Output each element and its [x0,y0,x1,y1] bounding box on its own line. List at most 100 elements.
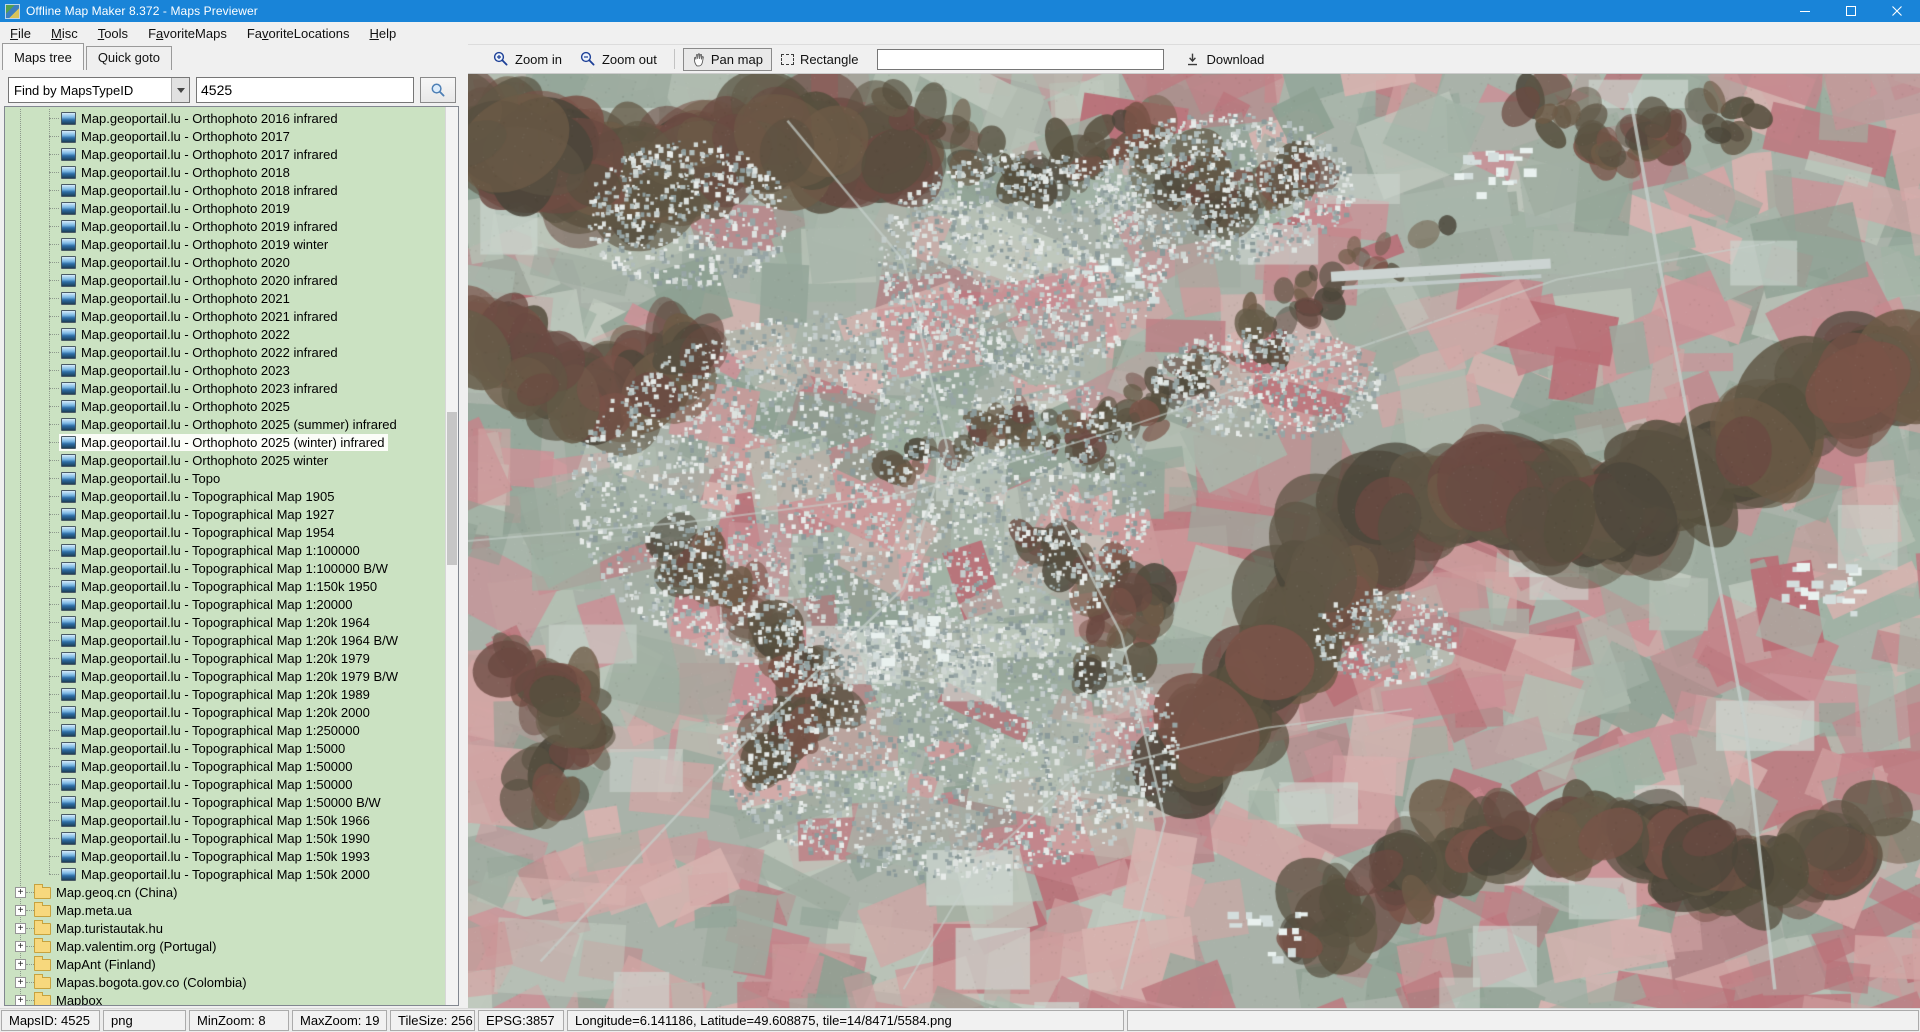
tree-item[interactable]: Map.geoportail.lu - Topographical Map 1:… [5,703,447,721]
tree-item[interactable]: Map.geoportail.lu - Orthophoto 2025 [5,397,447,415]
tree-item-label: Map.geoportail.lu - Orthophoto 2019 [81,201,290,216]
tree-connector [49,532,59,533]
zoom-in-button[interactable]: Zoom in [484,47,571,71]
tree-item[interactable]: Map.geoportail.lu - Topographical Map 1:… [5,649,447,667]
tree-item[interactable]: Map.geoportail.lu - Orthophoto 2019 infr… [5,217,447,235]
tree-item[interactable]: Map.geoportail.lu - Topographical Map 1:… [5,721,447,739]
tree-item[interactable]: Map.geoportail.lu - Orthophoto 2022 infr… [5,343,447,361]
tree-item[interactable]: Map.geoportail.lu - Topographical Map 1:… [5,577,447,595]
tree-item[interactable]: Map.geoportail.lu - Topographical Map 1:… [5,631,447,649]
pan-map-button[interactable]: Pan map [683,48,772,71]
tree-connector [49,856,59,857]
tree-item[interactable]: Map.geoportail.lu - Orthophoto 2019 wint… [5,235,447,253]
tree-item[interactable]: Map.geoportail.lu - Orthophoto 2025 (sum… [5,415,447,433]
rectangle-button[interactable]: Rectangle [772,48,868,71]
tree-item[interactable]: Map.geoportail.lu - Orthophoto 2023 [5,361,447,379]
tree-item-label: Map.geoportail.lu - Topographical Map 1:… [81,831,370,846]
menu-misc[interactable]: Misc [41,23,88,44]
menu-file[interactable]: File [0,23,41,44]
maximize-icon [1845,5,1857,17]
tree-item[interactable]: Map.geoportail.lu - Orthophoto 2016 infr… [5,109,447,127]
tree-item[interactable]: Map.geoportail.lu - Topographical Map 1:… [5,559,447,577]
tree-item[interactable]: Map.geoportail.lu - Topographical Map 1:… [5,613,447,631]
minimize-button[interactable] [1782,0,1828,22]
tree-item[interactable]: Map.geoportail.lu - Topographical Map 1:… [5,739,447,757]
tree-item[interactable]: Map.geoportail.lu - Orthophoto 2019 [5,199,447,217]
tree-connector [49,388,59,389]
tree-item[interactable]: Map.geoportail.lu - Orthophoto 2021 [5,289,447,307]
tree-folder[interactable]: +Map.geoq.cn (China) [5,883,447,901]
tree-scrollbar[interactable] [445,107,458,1005]
tree-item[interactable]: Map.geoportail.lu - Orthophoto 2022 [5,325,447,343]
folder-icon [34,905,51,917]
tree-folder[interactable]: +Map.meta.ua [5,901,447,919]
map-canvas[interactable] [468,74,1920,1008]
tree-item[interactable]: Map.geoportail.lu - Orthophoto 2023 infr… [5,379,447,397]
tree-item[interactable]: Map.geoportail.lu - Topographical Map 1:… [5,685,447,703]
expand-icon[interactable]: + [15,923,26,934]
maximize-button[interactable] [1828,0,1874,22]
expand-icon[interactable]: + [15,905,26,916]
tree-connector [49,478,59,479]
tree-item[interactable]: Map.geoportail.lu - Orthophoto 2021 infr… [5,307,447,325]
map-layer-icon [61,652,76,665]
tree-item[interactable]: Map.geoportail.lu - Orthophoto 2020 [5,253,447,271]
maps-tree: Map.geoportail.lu - Orthophoto 2016 infr… [4,106,459,1006]
tree-item[interactable]: Map.geoportail.lu - Orthophoto 2025 (win… [5,433,447,451]
find-mode-value: Find by MapsTypeID [9,83,171,98]
tree-item[interactable]: Map.geoportail.lu - Topographical Map 1:… [5,667,447,685]
tree-item[interactable]: Map.geoportail.lu - Topographical Map 1:… [5,847,447,865]
tree-item[interactable]: Map.geoportail.lu - Orthophoto 2017 infr… [5,145,447,163]
tree-item[interactable]: Map.geoportail.lu - Topographical Map 19… [5,505,447,523]
tree-item[interactable]: Map.geoportail.lu - Topographical Map 1:… [5,793,447,811]
tree-item[interactable]: Map.geoportail.lu - Topographical Map 1:… [5,775,447,793]
tree-folder[interactable]: +Mapbox [5,991,447,1006]
tree-folder[interactable]: +Map.valentim.org (Portugal) [5,937,447,955]
maps-id-input[interactable] [196,77,414,103]
menu-tools[interactable]: Tools [88,23,138,44]
search-button[interactable] [420,77,456,103]
expand-icon[interactable]: + [15,959,26,970]
tree-item[interactable]: Map.geoportail.lu - Topographical Map 19… [5,523,447,541]
map-layer-icon [61,598,76,611]
menu-help[interactable]: Help [359,23,406,44]
expand-icon[interactable]: + [15,995,26,1006]
toolbar-separator [674,49,675,69]
zoom-out-button[interactable]: Zoom out [571,47,666,71]
expand-icon[interactable]: + [15,887,26,898]
tree-scrollbar-thumb[interactable] [447,412,457,565]
tree-folder[interactable]: +MapAnt (Finland) [5,955,447,973]
tree-folder[interactable]: +Map.turistautak.hu [5,919,447,937]
tree-item[interactable]: Map.geoportail.lu - Topographical Map 1:… [5,811,447,829]
tree-item[interactable]: Map.geoportail.lu - Topographical Map 1:… [5,541,447,559]
expand-icon[interactable]: + [15,941,26,952]
tree-item[interactable]: Map.geoportail.lu - Topographical Map 1:… [5,865,447,883]
tree-item[interactable]: Map.geoportail.lu - Orthophoto 2018 infr… [5,181,447,199]
tree-item[interactable]: Map.geoportail.lu - Orthophoto 2025 wint… [5,451,447,469]
expand-icon[interactable]: + [15,977,26,988]
tree-item[interactable]: Map.geoportail.lu - Topographical Map 1:… [5,829,447,847]
zoom-in-icon [493,51,509,67]
chevron-down-icon[interactable] [171,78,189,102]
tree-folder[interactable]: +Mapas.bogota.gov.co (Colombia) [5,973,447,991]
map-view[interactable] [468,74,1920,1008]
tree-item[interactable]: Map.geoportail.lu - Topographical Map 1:… [5,757,447,775]
tree-item[interactable]: Map.geoportail.lu - Topographical Map 1:… [5,595,447,613]
toolbar-input[interactable] [877,49,1164,70]
tree-item-label: Map.geoportail.lu - Orthophoto 2020 infr… [81,273,338,288]
tree-item-label: Map.geoportail.lu - Orthophoto 2017 [81,129,290,144]
tree-item[interactable]: Map.geoportail.lu - Orthophoto 2017 [5,127,447,145]
menu-favoritemaps[interactable]: FavoriteMaps [138,23,237,44]
map-layer-icon [61,526,76,539]
tab-quick-goto[interactable]: Quick goto [86,46,172,70]
download-button[interactable]: Download [1176,48,1273,71]
menu-favoritelocations[interactable]: FavoriteLocations [237,23,360,44]
tree-item[interactable]: Map.geoportail.lu - Topographical Map 19… [5,487,447,505]
tree-item[interactable]: Map.geoportail.lu - Topo [5,469,447,487]
tree-item[interactable]: Map.geoportail.lu - Orthophoto 2020 infr… [5,271,447,289]
tree-item[interactable]: Map.geoportail.lu - Orthophoto 2018 [5,163,447,181]
find-mode-dropdown[interactable]: Find by MapsTypeID [8,77,190,103]
tree-item-label: Map.geoportail.lu - Topographical Map 1:… [81,561,388,576]
tab-maps-tree[interactable]: Maps tree [2,43,84,70]
close-button[interactable] [1874,0,1920,22]
